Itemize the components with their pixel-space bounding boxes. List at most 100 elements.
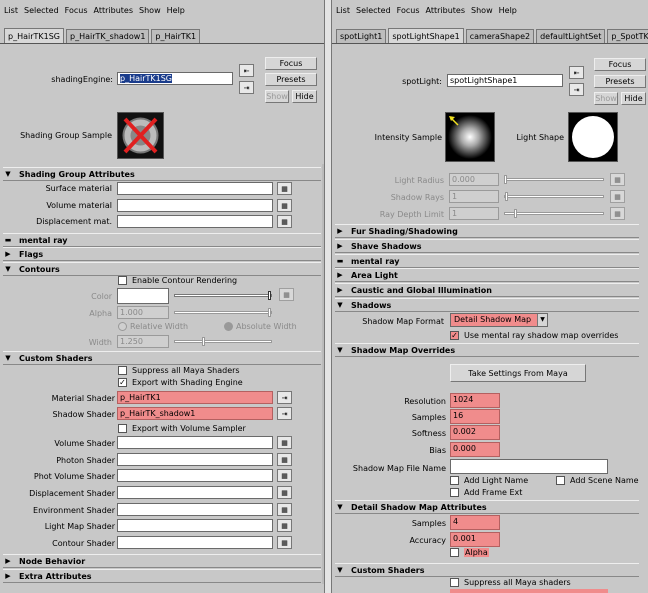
focus-button[interactable]: Focus (265, 57, 317, 70)
hide-button[interactable]: Hide (621, 92, 646, 105)
show-button[interactable]: Show (265, 90, 289, 103)
shadow-map-format-dropdown[interactable]: Detail Shadow Map ▼ (450, 313, 548, 327)
material-shader-field[interactable]: p_HairTK1 (117, 391, 273, 404)
ray-depth-limit-field[interactable]: 1 (449, 207, 499, 220)
section-mental-ray[interactable]: ▬ mental ray (335, 254, 639, 268)
menu-attributes[interactable]: Attributes (94, 6, 134, 15)
contour-alpha-field[interactable]: 1.000 (117, 306, 169, 319)
tab-spotlight1[interactable]: spotLight1 (336, 29, 387, 43)
displacement-shader-field[interactable] (117, 486, 273, 499)
section-shading-group-attributes[interactable]: ▼ Shading Group Attributes (3, 167, 321, 181)
displacement-material-field[interactable] (117, 215, 273, 228)
environment-shader-field[interactable] (117, 503, 273, 516)
map-button-icon[interactable]: ▦ (277, 453, 292, 466)
map-button-icon[interactable]: ▦ (277, 469, 292, 482)
enable-contour-checkbox[interactable]: Enable Contour Rendering (118, 276, 237, 285)
light-radius-field[interactable]: 0.000 (449, 173, 499, 186)
ray-depth-limit-slider[interactable] (504, 209, 604, 218)
map-button-icon[interactable]: ▦ (277, 182, 292, 195)
material-shader-field-partial[interactable] (450, 589, 608, 593)
map-button-icon[interactable]: ▦ (277, 486, 292, 499)
surface-material-field[interactable] (117, 182, 273, 195)
detail-alpha-checkbox[interactable]: Alpha (450, 548, 489, 557)
map-button-icon[interactable]: ▦ (277, 519, 292, 532)
section-shave-shadows[interactable]: ▶ Shave Shadows (335, 239, 639, 253)
select-output-icon[interactable]: ⇥ (569, 83, 584, 96)
add-frame-ext-checkbox[interactable]: Add Frame Ext (450, 488, 522, 497)
menu-list[interactable]: List (4, 6, 18, 15)
focus-button[interactable]: Focus (594, 58, 646, 71)
volume-shader-field[interactable] (117, 436, 273, 449)
export-with-shading-engine-checkbox[interactable]: ✓ Export with Shading Engine (118, 378, 243, 387)
map-button-icon[interactable]: ▦ (277, 503, 292, 516)
menu-show[interactable]: Show (139, 6, 161, 15)
section-flags[interactable]: ▶ Flags (3, 247, 321, 261)
tab-p-hairtk1sg[interactable]: p_HairTK1SG (4, 28, 65, 43)
select-input-icon[interactable]: ⇤ (569, 66, 584, 79)
menu-selected[interactable]: Selected (24, 6, 59, 15)
section-custom-shaders[interactable]: ▼ Custom Shaders (335, 563, 639, 577)
select-output-icon[interactable]: ⇥ (239, 81, 254, 94)
navigate-to-connection-icon[interactable]: ⇥ (277, 391, 292, 404)
section-contours[interactable]: ▼ Contours (3, 262, 321, 276)
map-button-icon[interactable]: ▦ (277, 536, 292, 549)
show-button[interactable]: Show (594, 92, 618, 105)
tab-p-hairtk1[interactable]: p_HairTK1 (151, 29, 201, 43)
light-map-shader-field[interactable] (117, 519, 273, 532)
absolute-width-radio[interactable]: Absolute Width (224, 322, 297, 331)
section-fur-shading[interactable]: ▶ Fur Shading/Shadowing (335, 224, 639, 238)
section-extra-attributes[interactable]: ▶ Extra Attributes (3, 569, 321, 583)
shadow-rays-slider[interactable] (504, 192, 604, 201)
tab-camerashape2[interactable]: cameraShape2 (465, 29, 535, 43)
map-button-icon[interactable]: ▦ (610, 207, 625, 220)
contour-color-slider[interactable] (174, 291, 272, 300)
take-settings-from-maya-button[interactable]: Take Settings From Maya (450, 364, 586, 382)
tab-defaultlightset[interactable]: defaultLightSet (536, 29, 606, 43)
map-button-icon[interactable]: ▦ (277, 215, 292, 228)
section-custom-shaders[interactable]: ▼ Custom Shaders (3, 351, 321, 365)
section-shadows[interactable]: ▼ Shadows (335, 298, 639, 312)
shadow-map-file-name-field[interactable] (450, 459, 608, 474)
photon-volume-shader-field[interactable] (117, 469, 273, 482)
export-with-volume-sampler-checkbox[interactable]: Export with Volume Sampler (118, 424, 246, 433)
suppress-maya-shaders-checkbox[interactable]: Suppress all Maya Shaders (118, 366, 240, 375)
menu-attributes[interactable]: Attributes (426, 6, 466, 15)
navigate-to-connection-icon[interactable]: ⇥ (277, 407, 292, 420)
add-light-name-checkbox[interactable]: Add Light Name (450, 476, 528, 485)
softness-field[interactable]: 0.002 (450, 425, 500, 440)
relative-width-radio[interactable]: Relative Width (118, 322, 188, 331)
menu-list[interactable]: List (336, 6, 350, 15)
volume-material-field[interactable] (117, 199, 273, 212)
contour-color-swatch[interactable] (117, 288, 169, 304)
bias-field[interactable]: 0.000 (450, 442, 500, 457)
node-name-field[interactable]: p_HairTK1SG (117, 72, 233, 85)
menu-focus[interactable]: Focus (397, 6, 420, 15)
section-node-behavior[interactable]: ▶ Node Behavior (3, 554, 321, 568)
detail-samples-field[interactable]: 4 (450, 515, 500, 530)
node-name-field[interactable]: spotLightShape1 (447, 74, 563, 87)
shadow-shader-field[interactable]: p_HairTK_shadow1 (117, 407, 273, 420)
add-scene-name-checkbox[interactable]: Add Scene Name (556, 476, 639, 485)
menu-focus[interactable]: Focus (65, 6, 88, 15)
map-button-icon[interactable]: ▦ (610, 190, 625, 203)
hide-button[interactable]: Hide (292, 90, 317, 103)
samples-field[interactable]: 16 (450, 409, 500, 424)
menu-selected[interactable]: Selected (356, 6, 391, 15)
menu-help[interactable]: Help (499, 6, 517, 15)
shadow-rays-field[interactable]: 1 (449, 190, 499, 203)
map-button-icon[interactable]: ▦ (277, 436, 292, 449)
contour-width-field[interactable]: 1.250 (117, 335, 169, 348)
detail-accuracy-field[interactable]: 0.001 (450, 532, 500, 547)
tab-spotlightshape1[interactable]: spotLightShape1 (388, 28, 464, 43)
map-button-icon[interactable]: ▦ (279, 288, 294, 301)
presets-button[interactable]: Presets (594, 75, 646, 88)
menu-help[interactable]: Help (167, 6, 185, 15)
contour-width-slider[interactable] (174, 337, 272, 346)
section-detail-shadow-map-attributes[interactable]: ▼ Detail Shadow Map Attributes (335, 500, 639, 514)
contour-alpha-slider[interactable] (174, 308, 272, 317)
suppress-maya-shaders-checkbox[interactable]: Suppress all Maya shaders (450, 578, 571, 587)
map-button-icon[interactable]: ▦ (277, 199, 292, 212)
light-radius-slider[interactable] (504, 175, 604, 184)
resolution-field[interactable]: 1024 (450, 393, 500, 408)
section-shadow-map-overrides[interactable]: ▼ Shadow Map Overrides (335, 343, 639, 357)
